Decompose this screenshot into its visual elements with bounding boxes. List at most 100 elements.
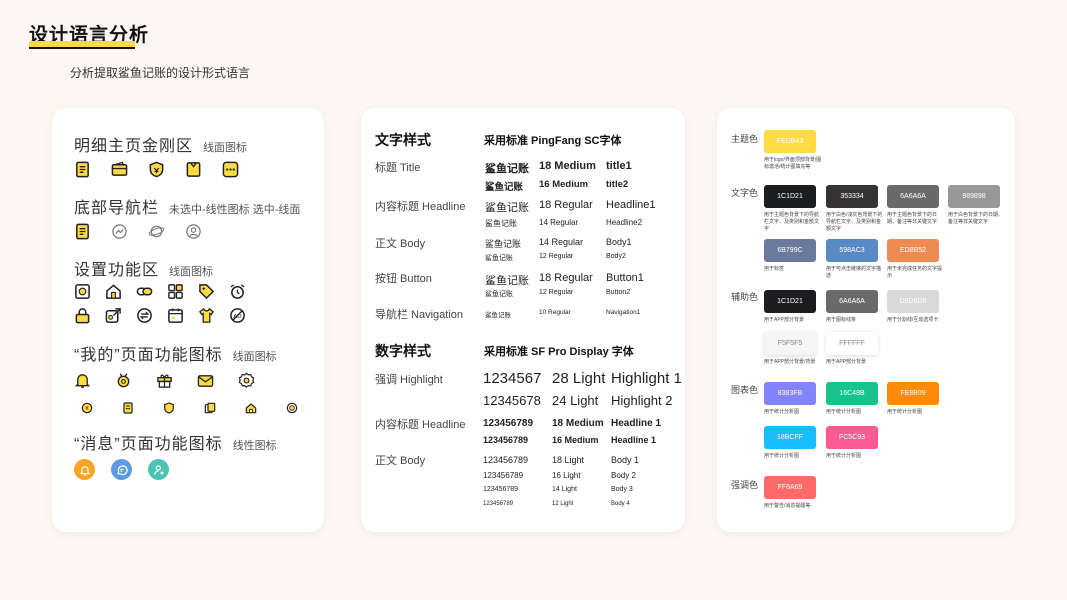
color-category-label: 辅助色 bbox=[731, 292, 759, 302]
section-note: 线性图标 bbox=[232, 440, 277, 452]
color-description: 用于警告/消息提醒等 bbox=[764, 503, 811, 509]
text-style-name: Button2 bbox=[606, 289, 631, 296]
text-style-sample: 鲨鱼记账 bbox=[485, 291, 513, 298]
color-description: 用于可点击链接的文字描述 bbox=[826, 266, 882, 279]
color-description: 用于logo/界面顶部背景/图标激活/统计图填充等 bbox=[764, 157, 822, 170]
text-style-sample: 鲨鱼记账 bbox=[485, 182, 524, 193]
color-category-label: 文字色 bbox=[731, 188, 759, 198]
color-swatch: 1C1D21 bbox=[764, 185, 816, 208]
text-style-sample: 鲨鱼记账 bbox=[485, 255, 513, 262]
no-ads-icon: AD bbox=[229, 307, 246, 324]
tag-icon bbox=[198, 283, 215, 300]
color-description: 用于统计分析图 bbox=[826, 409, 862, 415]
calendar-icon bbox=[167, 307, 184, 324]
color-description: 用于APP部分背景 bbox=[826, 359, 867, 365]
text-style-name: Button1 bbox=[606, 272, 644, 284]
number-style-size: 12 Light bbox=[552, 501, 574, 507]
shield-icon bbox=[148, 161, 165, 178]
color-swatch: 8383FB bbox=[764, 382, 816, 405]
text-style-label: 按钮 Button bbox=[375, 273, 432, 285]
text-style-label: 正文 Body bbox=[375, 238, 426, 250]
notification-bell-icon bbox=[74, 459, 95, 480]
wallet-icon bbox=[111, 161, 128, 178]
gift-icon bbox=[156, 372, 173, 389]
color-description: 用于主题色背景下的导航栏文字、及类别和金额文字 bbox=[764, 212, 820, 232]
color-swatch: F5F5F5 bbox=[764, 332, 816, 355]
icon-row bbox=[74, 161, 239, 178]
number-style-size: 16 Light bbox=[552, 471, 581, 480]
color-swatch: 6A6A6A bbox=[887, 185, 939, 208]
text-style-size: 18 Medium bbox=[539, 160, 596, 172]
color-description: 用于统计分析图 bbox=[764, 453, 800, 459]
color-swatch: 353334 bbox=[826, 185, 878, 208]
text-style-size: 18 Regular bbox=[539, 199, 593, 211]
text-style-name: Headline2 bbox=[606, 218, 643, 227]
number-style-label: 强调 Highlight bbox=[375, 374, 443, 386]
color-swatch: FF6A69 bbox=[764, 476, 816, 499]
typography-panel: 文字样式 采用标准 PingFang SC字体 数字样式 采用标准 SF Pro… bbox=[361, 108, 685, 532]
bill-icon bbox=[74, 161, 91, 178]
text-style-size: 12 Regular bbox=[539, 289, 574, 296]
color-description: 用于主题色背景下的日期、备注等非关键文字 bbox=[887, 212, 938, 225]
number-style-label: 内容标题 Headline bbox=[375, 419, 466, 431]
text-style-size: 14 Regular bbox=[539, 237, 584, 247]
number-style-size: 28 Light bbox=[552, 370, 606, 387]
number-style-size: 14 Light bbox=[552, 486, 577, 493]
section-header: “我的”页面功能图标 线面图标 bbox=[74, 341, 277, 365]
text-style-label: 内容标题 Headline bbox=[375, 201, 466, 213]
color-panel: 主题色 文字色 辅助色 图表色 强调色 FEDB43 用于logo/界面顶部背景/图标激活/… bbox=[717, 108, 1015, 532]
color-description: 用于未完成任务的文字提示 bbox=[887, 266, 943, 279]
details-icon bbox=[74, 223, 91, 240]
badge-icon bbox=[115, 372, 132, 389]
number-style-name: Body 4 bbox=[611, 501, 630, 507]
number-style-sample: 123456789 bbox=[483, 486, 519, 493]
text-style-name: Body1 bbox=[606, 237, 632, 247]
number-style-sample: 123456789 bbox=[483, 471, 524, 480]
page-subtitle: 分析提取鲨鱼记账的设计形式语言 bbox=[70, 66, 251, 80]
number-style-sample: 12345678 bbox=[483, 393, 541, 408]
color-swatch: 989898 bbox=[948, 185, 1000, 208]
color-description: 用于标签 bbox=[764, 266, 785, 272]
color-swatch: 598AC3 bbox=[826, 239, 878, 262]
color-category-label: 强调色 bbox=[731, 480, 759, 490]
section-title: “我的”页面功能图标 bbox=[74, 347, 223, 364]
discover-icon bbox=[148, 223, 165, 240]
color-swatch: 6B799C bbox=[764, 239, 816, 262]
icon-row bbox=[74, 372, 255, 389]
title-underline bbox=[29, 47, 135, 49]
color-swatch: 6A6A6A bbox=[826, 290, 878, 313]
color-swatch: FC5C93 bbox=[826, 426, 878, 449]
category-icon bbox=[167, 283, 184, 300]
color-description: 用于APP部分背景/背景 bbox=[764, 359, 816, 365]
number-style-size: 18 Light bbox=[552, 455, 585, 465]
text-style-size: 16 Medium bbox=[539, 179, 589, 190]
color-description: 用于白色背景下的日期、备注等非关键文字 bbox=[948, 212, 1004, 225]
more-icon bbox=[222, 161, 239, 178]
text-style-sample: 鲨鱼记账 bbox=[485, 275, 529, 287]
color-swatch: 1C1D21 bbox=[764, 290, 816, 313]
number-style-name: Headline 1 bbox=[611, 435, 657, 445]
number-style-sample: 123456789 bbox=[483, 418, 534, 429]
text-style-title: 文字样式 bbox=[375, 132, 431, 148]
number-style-sample: 123456789 bbox=[483, 501, 514, 507]
skin-icon bbox=[198, 307, 215, 324]
number-style-size: 16 Medium bbox=[552, 435, 599, 445]
text-style-label: 标题 Title bbox=[375, 162, 421, 174]
text-style-name: Headline1 bbox=[606, 199, 656, 211]
section-title: 设置功能区 bbox=[74, 262, 160, 279]
text-style-name: title2 bbox=[606, 179, 629, 190]
text-style-size: 14 Regular bbox=[539, 218, 579, 227]
color-description: 用于白色/浅灰色背景下的导航栏文字、及类别和金额文字 bbox=[826, 212, 883, 232]
number-style-sample: 123456789 bbox=[483, 435, 529, 445]
text-style-sample: 鲨鱼记账 bbox=[485, 312, 511, 319]
number-style-standard: 采用标准 SF Pro Display 字体 bbox=[484, 346, 634, 358]
text-style-name: Navigation1 bbox=[606, 309, 641, 316]
add-friend-icon bbox=[148, 459, 169, 480]
section-note: 线面图标 bbox=[232, 351, 277, 363]
chat-icon bbox=[111, 459, 132, 480]
icon-row bbox=[74, 459, 169, 480]
section-note: 线面图标 bbox=[203, 142, 248, 154]
section-title: “消息”页面功能图标 bbox=[74, 436, 223, 453]
color-category-label: 图表色 bbox=[731, 385, 759, 395]
color-description: 用于分割线/互动选项卡 bbox=[887, 317, 939, 323]
